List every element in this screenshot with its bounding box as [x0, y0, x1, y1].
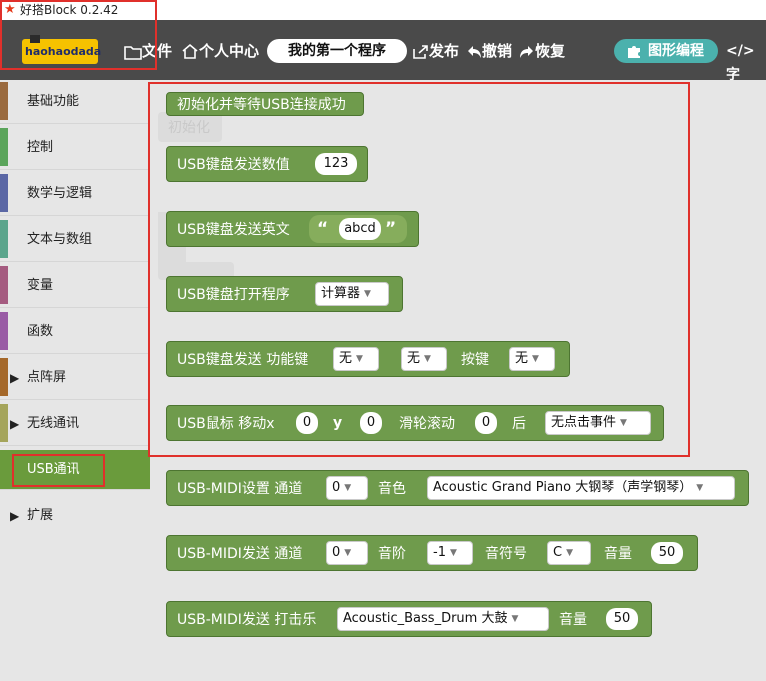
sidebar-item-wireless[interactable]: ▶ 无线通讯: [0, 402, 150, 446]
dropdown-caret-icon: ▼: [356, 354, 363, 364]
mouse-x-input[interactable]: 0: [296, 412, 318, 434]
personal-center-button[interactable]: 个人中心: [181, 40, 259, 62]
expand-triangle-icon: ▶: [10, 417, 20, 431]
dropdown-caret-icon: ▼: [344, 548, 352, 558]
percussion-dropdown[interactable]: Acoustic_Bass_Drum 大鼓 ▼: [337, 607, 549, 631]
dropdown-caret-icon: ▼: [364, 289, 371, 299]
ghost-init-block: 初始化: [158, 112, 222, 142]
midi-channel-dropdown[interactable]: 0 ▼: [326, 541, 368, 565]
puzzle-icon: [628, 46, 640, 58]
number-input[interactable]: 123: [315, 153, 357, 175]
sidebar-item-basic[interactable]: 基础功能: [0, 80, 150, 124]
sidebar-item-text-array[interactable]: 文本与数组: [0, 218, 150, 262]
haohaodada-logo[interactable]: haohaodada: [22, 35, 101, 64]
code-icon: </>: [726, 43, 755, 59]
dropdown-caret-icon: ▼: [344, 483, 352, 493]
sidebar-item-control[interactable]: 控制: [0, 126, 150, 170]
dropdown-caret-icon: ▼: [696, 483, 704, 493]
click-event-dropdown[interactable]: 无点击事件 ▼: [545, 411, 651, 435]
volume-input[interactable]: 50: [651, 542, 683, 564]
instrument-dropdown[interactable]: Acoustic Grand Piano 大钢琴（声学钢琴） ▼: [427, 476, 735, 500]
open-quote-icon: “: [317, 219, 329, 239]
modifier-key-1-dropdown[interactable]: 无 ▼: [333, 347, 379, 371]
project-name-field[interactable]: 我的第一个程序: [267, 39, 407, 63]
usb-keyboard-send-number-block[interactable]: USB键盘发送数值 123: [166, 146, 368, 182]
window-title: 好搭Block 0.2.42: [20, 3, 119, 17]
usb-midi-set-block[interactable]: USB-MIDI设置 通道 0 ▼ 音色 Acoustic Grand Piano…: [166, 470, 749, 506]
usb-keyboard-send-key-block[interactable]: USB键盘发送 功能键 无 ▼ 无 ▼ 按键 无 ▼: [166, 341, 570, 377]
expand-triangle-icon: ▶: [10, 509, 20, 523]
dropdown-caret-icon: ▼: [620, 418, 627, 428]
redo-icon: [520, 46, 533, 58]
window-titlebar: ★ 好搭Block 0.2.42: [0, 0, 766, 20]
usb-mouse-move-block[interactable]: USB鼠标 移动x 0 y 0 滑轮滚动 0 后 无点击事件 ▼: [166, 405, 664, 441]
key-dropdown[interactable]: 无 ▼: [509, 347, 555, 371]
undo-button[interactable]: 撤销: [466, 40, 512, 62]
expand-triangle-icon: ▶: [10, 371, 20, 385]
share-icon: [413, 45, 428, 59]
dropdown-caret-icon: ▼: [511, 614, 519, 624]
undo-icon: [468, 46, 481, 58]
folder-icon: [124, 46, 142, 60]
modifier-key-2-dropdown[interactable]: 无 ▼: [401, 347, 447, 371]
program-dropdown[interactable]: 计算器 ▼: [315, 282, 389, 306]
usb-keyboard-open-program-block[interactable]: USB键盘打开程序 计算器 ▼: [166, 276, 403, 312]
text-input[interactable]: abcd: [339, 218, 381, 240]
mouse-wheel-input[interactable]: 0: [475, 412, 497, 434]
close-quote-icon: ”: [385, 219, 397, 239]
app-star-icon: ★: [4, 2, 16, 17]
home-icon: [182, 43, 198, 59]
midi-channel-dropdown[interactable]: 0 ▼: [326, 476, 368, 500]
sidebar-item-functions[interactable]: 函数: [0, 310, 150, 354]
usb-init-block[interactable]: 初始化并等待USB连接成功: [166, 92, 364, 116]
dropdown-caret-icon: ▼: [566, 548, 573, 558]
logo-flag-icon: [30, 35, 40, 43]
usb-midi-send-note-block[interactable]: USB-MIDI发送 通道 0 ▼ 音阶 -1 ▼ 音符号 C ▼ 音量 50: [166, 535, 698, 571]
category-sidebar: 基础功能 控制 数学与逻辑 文本与数组 变量 函数 ▶ 点阵屏 ▶ 无线通讯 U…: [0, 80, 150, 681]
dropdown-caret-icon: ▼: [424, 354, 431, 364]
usb-keyboard-send-english-block[interactable]: USB键盘发送英文 “ abcd ”: [166, 211, 419, 247]
graphic-programming-tab[interactable]: 图形编程: [614, 39, 718, 63]
sidebar-item-math-logic[interactable]: 数学与逻辑: [0, 172, 150, 216]
note-dropdown[interactable]: C ▼: [547, 541, 591, 565]
sidebar-item-variables[interactable]: 变量: [0, 264, 150, 308]
text-string-block[interactable]: “ abcd ”: [309, 215, 407, 243]
usb-midi-send-percussion-block[interactable]: USB-MIDI发送 打击乐 Acoustic_Bass_Drum 大鼓 ▼ 音量…: [166, 601, 652, 637]
volume-input[interactable]: 50: [606, 608, 638, 630]
sidebar-item-extensions[interactable]: ▶ 扩展: [0, 494, 150, 538]
file-menu-button[interactable]: 文件: [124, 40, 172, 62]
app-header: haohaodada 文件 个人中心 我的第一个程序 发布 撤销 恢复 图形编程…: [0, 20, 766, 83]
redo-button[interactable]: 恢复: [519, 40, 565, 62]
sidebar-item-dot-matrix[interactable]: ▶ 点阵屏: [0, 356, 150, 400]
publish-button[interactable]: 发布: [412, 40, 459, 62]
dropdown-caret-icon: ▼: [532, 354, 539, 364]
mouse-y-input[interactable]: 0: [360, 412, 382, 434]
dropdown-caret-icon: ▼: [449, 548, 457, 558]
scale-dropdown[interactable]: -1 ▼: [427, 541, 473, 565]
sidebar-item-usb[interactable]: USB通讯: [0, 450, 150, 490]
